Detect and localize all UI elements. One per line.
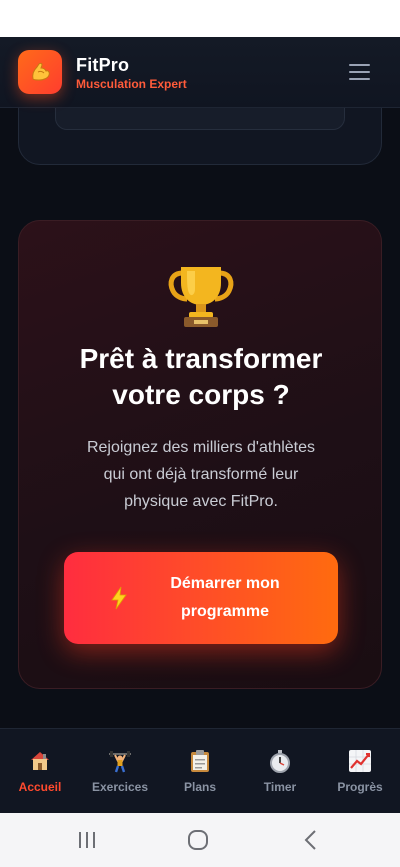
system-navigation-bar (0, 813, 400, 867)
app-header: FitPro Musculation Expert (0, 37, 400, 108)
cta-title: Prêt à transformer votre corps ? (29, 341, 373, 413)
button-label-line: Démarrer mon (170, 575, 280, 592)
cta-description: Rejoignez des milliers d'athlètes qui on… (59, 434, 343, 515)
app-title: FitPro (76, 55, 130, 75)
nav-label: Plans (183, 780, 216, 794)
app-subtitle: Musculation Expert (76, 77, 187, 91)
recents-icon[interactable] (72, 827, 102, 853)
start-program-button-label: Démarrer mon programme (150, 570, 300, 626)
cta-card: Prêt à transformer votre corps ? Rejoign… (18, 220, 382, 689)
nav-item-timer[interactable]: Timer (240, 729, 320, 813)
menu-line (349, 71, 370, 73)
nav-label: Accueil (18, 780, 62, 794)
cta-description-line: physique avec FitPro. (124, 493, 278, 510)
back-icon[interactable] (296, 827, 326, 853)
nav-label: Exercices (91, 780, 149, 794)
nav-label: Timer (263, 780, 297, 794)
weightlifter-icon (109, 751, 131, 773)
nav-label: Progrès (337, 780, 383, 794)
stopwatch-icon (270, 750, 290, 773)
house-icon (31, 752, 49, 770)
nav-item-exercices[interactable]: Exercices (80, 729, 160, 813)
cta-description-line: Rejoignez des milliers d'athlètes (86, 439, 316, 456)
status-bar-area (0, 0, 400, 37)
start-program-button[interactable]: Démarrer mon programme (64, 552, 338, 644)
home-icon[interactable] (183, 827, 213, 853)
bottom-navigation: Accueil Exercices Plans Timer Progrès (0, 728, 400, 813)
nav-item-progres[interactable]: Progrès (320, 729, 400, 813)
nav-item-accueil[interactable]: Accueil (0, 729, 80, 813)
cta-title-line: votre corps ? (112, 379, 290, 410)
chart-increasing-icon (349, 750, 371, 772)
flexed-biceps-icon[interactable] (18, 50, 62, 94)
trophy-icon (168, 267, 234, 327)
button-label-line: programme (180, 603, 270, 620)
menu-line (349, 78, 370, 80)
cta-description-line: qui ont déjà transformé leur (103, 466, 299, 483)
app-screen: FitPro Musculation Expert Prêt à transfo… (0, 37, 400, 813)
nav-item-plans[interactable]: Plans (160, 729, 240, 813)
lightning-icon (111, 586, 127, 610)
clipboard-icon (191, 750, 209, 772)
cta-title-line: Prêt à transformer (79, 343, 323, 374)
menu-line (349, 64, 370, 66)
hamburger-menu-icon[interactable] (346, 61, 374, 83)
